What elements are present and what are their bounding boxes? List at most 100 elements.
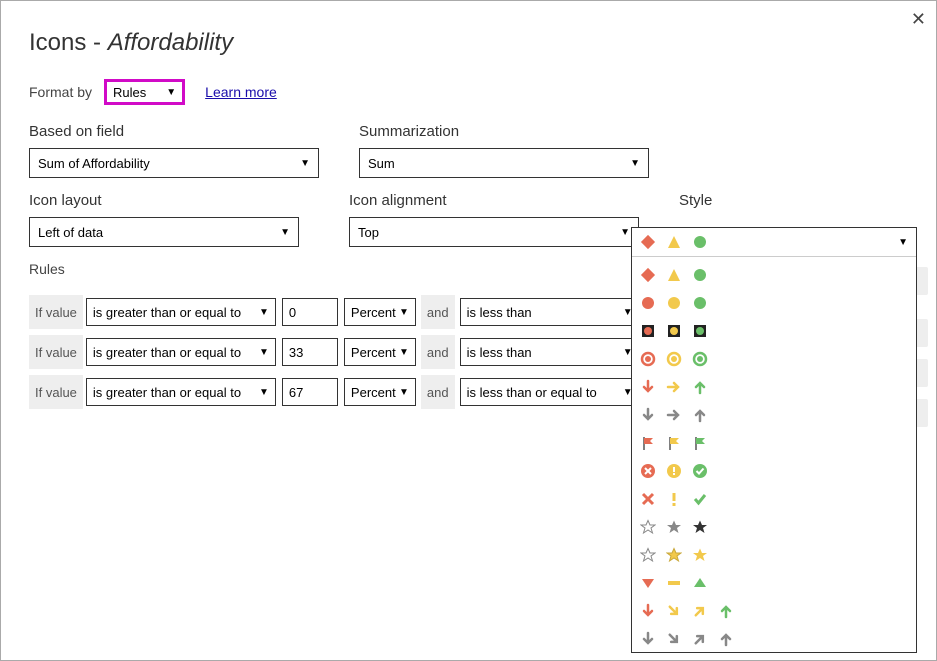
chevron-down-icon: ▼	[630, 158, 640, 169]
chevron-down-icon: ▼	[399, 347, 409, 358]
check-green-icon	[692, 491, 708, 507]
chevron-down-icon: ▼	[399, 307, 409, 318]
rule-value-1[interactable]: 0	[282, 298, 338, 326]
based-on-field-select[interactable]: Sum of Affordability ▼	[29, 148, 319, 178]
rule-value-1[interactable]: 67	[282, 378, 338, 406]
chevron-down-icon: ▼	[259, 347, 269, 358]
style-option-x-bang-check[interactable]	[640, 485, 908, 513]
rule-unit-1[interactable]: Percent▼	[344, 378, 416, 406]
icon-alignment-select[interactable]: Top ▼	[349, 217, 639, 247]
style-option-arrows-4-ryg[interactable]	[640, 597, 908, 625]
icon-alignment-label: Icon alignment	[349, 192, 639, 209]
tri-down-red-icon	[640, 575, 656, 591]
star-yellow-icon	[666, 547, 682, 563]
row-based-summarization: Based on field Sum of Affordability ▼ Su…	[29, 123, 908, 178]
if-value-label: If value	[29, 295, 83, 329]
style-label: Style	[679, 192, 937, 209]
style-option-stars-gray[interactable]	[640, 513, 908, 541]
title-entity: Affordability	[108, 29, 233, 56]
rule-unit-1[interactable]: Percent▼	[344, 338, 416, 366]
rule-operator-2[interactable]: is less than▼	[460, 298, 640, 326]
arrow-down-gray-icon	[640, 631, 656, 647]
style-option-squares-ryg[interactable]	[640, 317, 908, 345]
circle-yellow-icon	[666, 295, 682, 311]
ring-green-icon	[692, 351, 708, 367]
style-options-list[interactable]	[632, 256, 916, 652]
arrow-dr-gray-icon	[666, 631, 682, 647]
style-option-diamond-triangle-circle[interactable]	[640, 261, 908, 289]
rule-operator-1[interactable]: is greater than or equal to▼	[86, 378, 276, 406]
chevron-down-icon: ▼	[620, 227, 630, 238]
arrow-ur-yellow-icon	[692, 603, 708, 619]
style-option-arrows-4-gray[interactable]	[640, 625, 908, 652]
arrow-right-yellow-icon	[666, 379, 682, 395]
rule-unit-1[interactable]: Percent▼	[344, 298, 416, 326]
icons-dialog: ✕ Icons - Affordability Format by Rules …	[0, 0, 937, 661]
x-circle-red-icon	[640, 463, 656, 479]
and-label: and	[421, 295, 455, 329]
style-option-arrows-gray[interactable]	[640, 401, 908, 429]
star-black-icon	[692, 519, 708, 535]
based-on-field-value: Sum of Affordability	[38, 156, 150, 171]
circle-green-icon	[692, 234, 708, 250]
rule-value-1[interactable]: 33	[282, 338, 338, 366]
flag-yellow-icon	[666, 435, 682, 451]
style-option-tri-dash-tri[interactable]	[640, 569, 908, 597]
star-outline-icon	[640, 519, 656, 535]
summarization-label: Summarization	[359, 123, 649, 140]
format-by-select[interactable]: Rules ▼	[104, 79, 185, 105]
arrow-right-gray-icon	[666, 407, 682, 423]
dialog-title: Icons - Affordability	[29, 29, 908, 57]
learn-more-link[interactable]: Learn more	[205, 84, 277, 100]
check-circle-green-icon	[692, 463, 708, 479]
summarization-select[interactable]: Sum ▼	[359, 148, 649, 178]
style-option-stars-yellow[interactable]	[640, 541, 908, 569]
star-yellow-fill-icon	[692, 547, 708, 563]
format-by-value: Rules	[113, 85, 146, 100]
square-green-icon	[692, 323, 708, 339]
arrow-down-red-icon	[640, 379, 656, 395]
chevron-down-icon: ▼	[898, 237, 908, 248]
triangle-yellow-icon	[666, 234, 682, 250]
chevron-down-icon: ▼	[280, 227, 290, 238]
icon-layout-select[interactable]: Left of data ▼	[29, 217, 299, 247]
tri-up-green-icon	[692, 575, 708, 591]
arrow-ur-gray-icon	[692, 631, 708, 647]
x-red-icon	[640, 491, 656, 507]
dash-yellow-icon	[666, 575, 682, 591]
style-option-flags-ryg[interactable]	[640, 429, 908, 457]
arrow-up-gray-icon	[692, 407, 708, 423]
icon-layout-value: Left of data	[38, 225, 103, 240]
style-selected-preview	[640, 234, 708, 250]
flag-red-icon	[640, 435, 656, 451]
format-by-row: Format by Rules ▼ Learn more	[29, 79, 908, 105]
ring-yellow-icon	[666, 351, 682, 367]
arrow-dr-yellow-icon	[666, 603, 682, 619]
summarization-value: Sum	[368, 156, 395, 171]
style-option-circles-ryg[interactable]	[640, 289, 908, 317]
circle-green-icon	[692, 267, 708, 283]
title-prefix: Icons -	[29, 29, 108, 56]
chevron-down-icon: ▼	[259, 307, 269, 318]
based-on-field-label: Based on field	[29, 123, 319, 140]
rule-operator-2[interactable]: is less than▼	[460, 338, 640, 366]
style-select-header[interactable]: ▼	[632, 228, 916, 256]
style-option-ring-ryg[interactable]	[640, 345, 908, 373]
icon-layout-label: Icon layout	[29, 192, 309, 209]
rule-operator-1[interactable]: is greater than or equal to▼	[86, 338, 276, 366]
rule-operator-1[interactable]: is greater than or equal to▼	[86, 298, 276, 326]
circle-red-icon	[640, 295, 656, 311]
rule-operator-2[interactable]: is less than or equal to▼	[460, 378, 640, 406]
chevron-down-icon: ▼	[259, 387, 269, 398]
triangle-yellow-icon	[666, 267, 682, 283]
style-option-arrows-ryg[interactable]	[640, 373, 908, 401]
flag-green-icon	[692, 435, 708, 451]
arrow-down-red-icon	[640, 603, 656, 619]
and-label: and	[421, 375, 455, 409]
style-select-open[interactable]: ▼	[631, 227, 917, 653]
close-icon[interactable]: ✕	[911, 9, 926, 30]
if-value-label: If value	[29, 335, 83, 369]
style-option-status-xwarncheck[interactable]	[640, 457, 908, 485]
square-yellow-icon	[666, 323, 682, 339]
star-outline-icon	[640, 547, 656, 563]
